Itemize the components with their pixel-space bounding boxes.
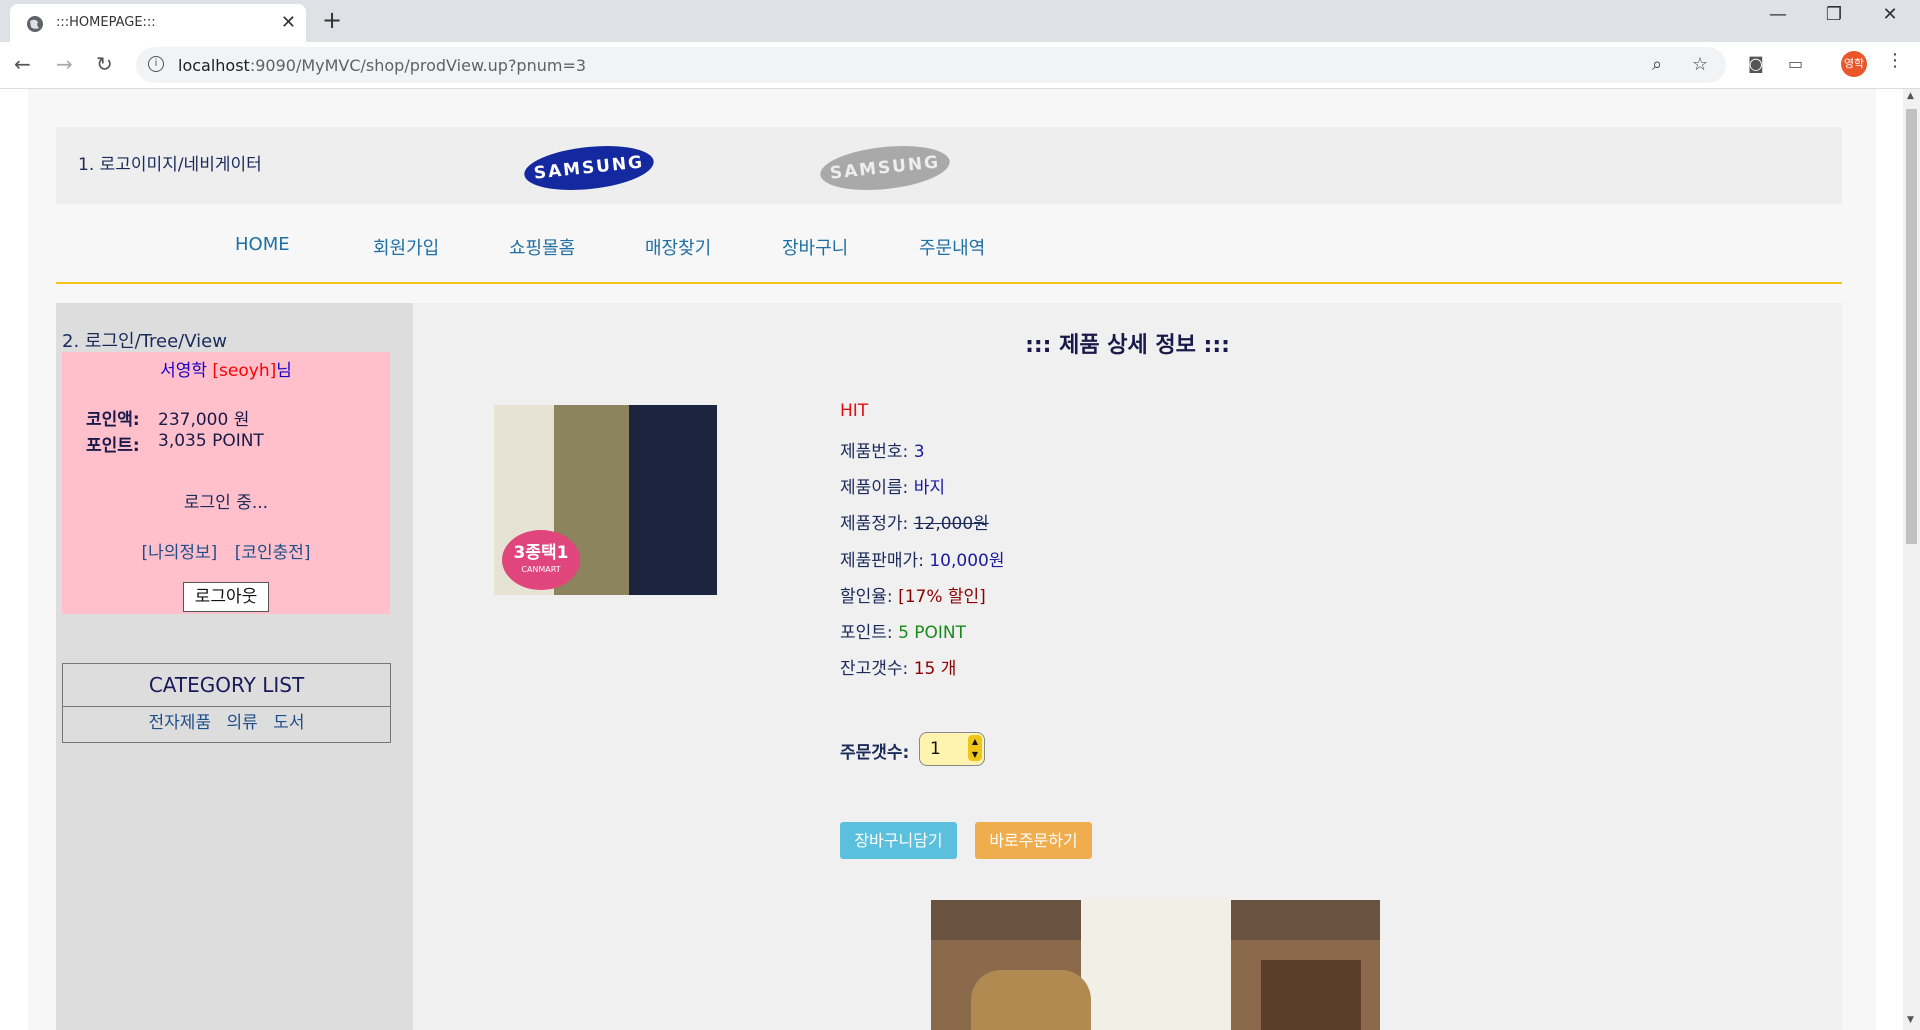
page-title: ::: 제품 상세 정보 ::: xyxy=(1025,333,1230,358)
browser-toolbar: ← → ↻ i localhost:9090/MyMVC/shop/prodVi… xyxy=(0,42,1920,89)
samsung-logo-gray: SAMSUNG xyxy=(818,140,952,196)
new-tab-button[interactable]: + xyxy=(322,6,342,34)
zoom-icon[interactable]: ⌕ xyxy=(1652,54,1662,75)
nav-store-finder[interactable]: 매장찾기 xyxy=(645,234,711,260)
product-list-price: 제품정가: 12,000원 xyxy=(840,514,989,534)
category-electronics[interactable]: 전자제품 xyxy=(149,713,212,733)
coin-charge-link[interactable]: [코인충전] xyxy=(235,543,311,563)
product-point: 포인트: 5 POINT xyxy=(840,623,967,643)
add-to-cart-button[interactable]: 장바구니담기 xyxy=(840,822,957,859)
product-stock: 잔고갯수: 15 개 xyxy=(840,659,957,679)
user-id: [seoyh] xyxy=(212,361,277,381)
nav-cart[interactable]: 장바구니 xyxy=(782,234,848,260)
product-image-badge: 3종택1 CANMART xyxy=(502,530,580,590)
login-info-box: 서영학 [seoyh]님 코인액: 237,000 원 포인트: 3,035 P… xyxy=(62,352,390,614)
hit-badge: HIT xyxy=(840,401,869,421)
login-status: 로그인 중... xyxy=(183,493,269,513)
globe-icon xyxy=(27,16,43,32)
product-image: 3종택1 CANMART xyxy=(494,405,717,595)
menu-icon[interactable]: ⋮ xyxy=(1886,50,1904,71)
product-sale-price: 제품판매가: 10,000원 xyxy=(840,551,1005,571)
reload-button[interactable]: ↻ xyxy=(96,52,113,76)
info-icon[interactable]: i xyxy=(148,56,164,72)
user-name: 서영학 xyxy=(160,361,208,381)
category-books[interactable]: 도서 xyxy=(273,713,304,733)
quantity-label: 주문갯수: xyxy=(840,743,910,763)
header-label: 1. 로고이미지/네비게이터 xyxy=(78,155,262,175)
tab-title: :::HOMEPAGE::: xyxy=(56,15,156,30)
nav-home[interactable]: HOME xyxy=(235,234,290,255)
scroll-down-icon[interactable]: ▼ xyxy=(1907,1015,1914,1025)
header: 1. 로고이미지/네비게이터 SAMSUNG SAMSUNG xyxy=(56,127,1842,204)
product-name: 제품이름: 바지 xyxy=(840,478,945,498)
coin-value: 237,000 원 xyxy=(158,410,250,430)
nav-orders[interactable]: 주문내역 xyxy=(919,234,985,260)
nav-shop-home[interactable]: 쇼핑몰홈 xyxy=(509,234,575,260)
sidebar-label: 2. 로그인/Tree/View xyxy=(62,331,227,352)
browser-tabbar: :::HOMEPAGE::: ✕ + — ❐ ✕ xyxy=(0,0,1920,42)
forward-button[interactable]: → xyxy=(56,52,73,76)
category-items: 전자제품 의류 도서 xyxy=(63,708,390,733)
samsung-logo: SAMSUNG xyxy=(522,140,656,196)
scrollbar-thumb[interactable] xyxy=(1906,109,1917,544)
main-nav: HOME 회원가입 쇼핑몰홈 매장찾기 장바구니 주문내역 xyxy=(56,204,1842,284)
category-list: CATEGORY LIST 전자제품 의류 도서 xyxy=(62,663,391,743)
url-text[interactable]: localhost:9090/MyMVC/shop/prodView.up?pn… xyxy=(178,56,586,75)
category-title: CATEGORY LIST xyxy=(63,664,390,707)
nav-register[interactable]: 회원가입 xyxy=(373,234,439,260)
order-now-button[interactable]: 바로주문하기 xyxy=(975,822,1092,859)
category-clothing[interactable]: 의류 xyxy=(227,713,258,733)
address-bar[interactable]: i localhost:9090/MyMVC/shop/prodView.up?… xyxy=(136,47,1726,83)
bookmark-star-icon[interactable]: ☆ xyxy=(1692,54,1708,75)
profile-avatar[interactable]: 영학 xyxy=(1841,51,1867,77)
vertical-scrollbar[interactable]: ▲ ▼ xyxy=(1903,89,1920,1030)
cast-icon[interactable]: ▭ xyxy=(1788,54,1803,73)
my-info-link[interactable]: [나의정보] xyxy=(141,543,217,563)
quantity-value[interactable]: 1 xyxy=(930,739,941,759)
extension-icon[interactable]: ◙ xyxy=(1748,54,1764,73)
point-value: 3,035 POINT xyxy=(158,431,264,451)
minimize-button[interactable]: — xyxy=(1758,4,1798,25)
product-detail: ::: 제품 상세 정보 ::: 3종택1 CANMART HIT 제품번호: … xyxy=(413,303,1842,1030)
sidebar: 2. 로그인/Tree/View 서영학 [seoyh]님 코인액: 237,0… xyxy=(56,303,413,1030)
user-suffix: 님 xyxy=(276,361,292,381)
page-container: 1. 로고이미지/네비게이터 SAMSUNG SAMSUNG HOME 회원가입… xyxy=(28,89,1876,1030)
user-greeting: 서영학 [seoyh]님 xyxy=(62,356,390,381)
product-detail-image xyxy=(931,900,1380,1030)
close-window-button[interactable]: ✕ xyxy=(1870,4,1910,25)
coin-label: 코인액: xyxy=(86,410,140,430)
spin-arrows-icon[interactable]: ▲ ▼ xyxy=(968,735,982,761)
account-links: [나의정보] [코인충전] xyxy=(62,538,390,563)
back-button[interactable]: ← xyxy=(14,52,31,76)
scroll-up-icon[interactable]: ▲ xyxy=(1907,91,1914,101)
product-number: 제품번호: 3 xyxy=(840,442,925,462)
quantity-stepper[interactable]: 1 ▲ ▼ xyxy=(919,732,985,766)
close-tab-icon[interactable]: ✕ xyxy=(281,12,296,33)
product-discount: 할인율: [17% 할인] xyxy=(840,587,986,607)
logout-button[interactable]: 로그아웃 xyxy=(183,582,269,612)
point-label: 포인트: xyxy=(86,436,140,456)
browser-tab[interactable]: :::HOMEPAGE::: ✕ xyxy=(10,4,306,42)
page-viewport: 1. 로고이미지/네비게이터 SAMSUNG SAMSUNG HOME 회원가입… xyxy=(0,89,1920,1030)
restore-button[interactable]: ❐ xyxy=(1814,4,1854,25)
